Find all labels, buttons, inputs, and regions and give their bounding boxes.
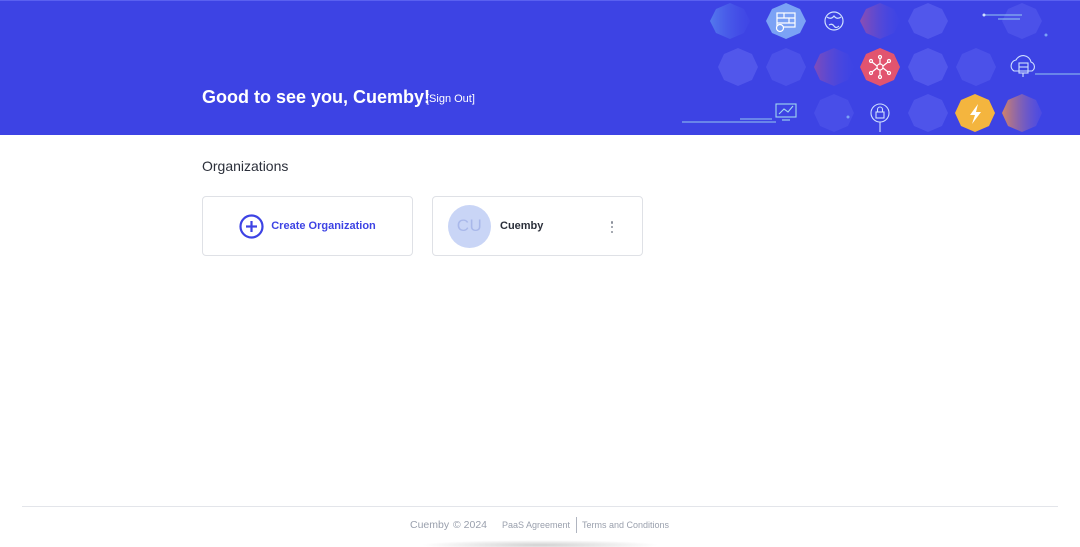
organization-card[interactable]: CU Cuemby [432,196,643,256]
kebab-menu-icon[interactable] [608,219,616,235]
paas-agreement-link[interactable]: PaaS Agreement [502,520,570,530]
greeting-title: Good to see you, Cuemby! [202,87,431,107]
create-organization-card[interactable]: Create Organization [202,196,413,256]
terms-and-conditions-link[interactable]: Terms and Conditions [582,520,669,530]
footer-brand: Cuemby [410,519,450,531]
create-organization-label: Create Organization [271,220,376,232]
footer-copyright: © 2024 [453,519,488,531]
monitor-chart-icon [775,103,797,121]
hexagon-decoration [682,3,1080,132]
footer-separator [576,517,577,533]
cloud-server-icon [1010,55,1035,77]
plus-circle-icon [239,213,264,239]
organization-name: Cuemby [500,220,544,232]
lock-icon [870,103,890,132]
footer-shadow [420,540,660,547]
sign-out-link[interactable]: [Sign Out] [426,93,475,105]
header-banner: Good to see you, Cuemby! [Sign Out] [0,0,1080,135]
footer: Cuemby © 2024 PaaS Agreement Terms and C… [0,517,1080,533]
footer-divider [22,506,1058,507]
globe-icon [824,11,844,31]
avatar: CU [448,204,491,248]
organizations-heading: Organizations [202,158,289,174]
